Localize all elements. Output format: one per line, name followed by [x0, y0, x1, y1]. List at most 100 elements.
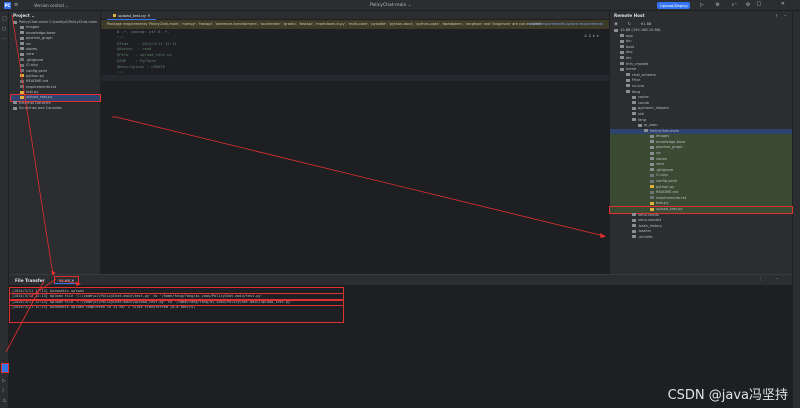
remote-tree-label: stores: [656, 157, 667, 161]
project-tree-label: test.py: [26, 90, 38, 94]
folder-icon: [20, 47, 24, 50]
folder-icon: [632, 96, 636, 99]
project-tree: PolicyChat-main C:\code\ui\PolicyChat-ma…: [9, 20, 100, 112]
folder-icon: [632, 107, 636, 110]
folder-icon: [632, 235, 636, 238]
remote-tree-label: pycharm_helpers: [638, 106, 669, 110]
tab-upload-test[interactable]: upload_test.py ✕: [107, 11, 156, 20]
commit-icon[interactable]: ○: [2, 27, 7, 32]
folder-icon: [650, 168, 654, 171]
folder-icon: [632, 224, 636, 227]
main-menu-icon[interactable]: ≡: [14, 2, 18, 8]
folder-icon: [620, 40, 624, 43]
editor-tabs: upload_test.py ✕: [101, 11, 609, 20]
requirements-notice: Package requirements 'PolicyChat-main', …: [101, 20, 609, 29]
folder-icon: [626, 73, 630, 76]
code-view[interactable]: ⚠ 2 ∧ ∨ # -*- coding: utf-8 -*-"""@Time …: [101, 29, 609, 274]
project-tree-item[interactable]: Scratches and Consoles: [11, 106, 100, 111]
folder-icon: [620, 62, 624, 65]
remote-tree-label: ai_zoau: [644, 123, 658, 127]
tab-server[interactable]: 91.88 ✕: [54, 276, 79, 284]
project-icon[interactable]: □: [2, 17, 7, 22]
remote-tree-label: hhh_crypted: [626, 62, 648, 66]
remote-tree-label: venv-conda: [638, 213, 659, 217]
problems-icon[interactable]: ⚠: [2, 399, 7, 404]
folder-icon: [650, 135, 654, 138]
remote-tree-label: PolicyChat-main: [650, 129, 679, 133]
upload-deploy-button[interactable]: Upload/Deploy ⌄: [657, 2, 690, 9]
remote-host-toolbar[interactable]: ◉ ↻ 91.88: [610, 20, 792, 28]
folder-icon: [20, 53, 24, 56]
watermark: CSDN @java冯坚持: [668, 384, 788, 403]
code-line[interactable]: [101, 75, 609, 81]
log-line: [2024/3/11 12:13] Automatic upload compl…: [10, 305, 343, 310]
remote-tree-label: boot: [626, 45, 634, 49]
server-selector[interactable]: 91.88: [641, 21, 652, 26]
remote-tree-label: cache: [638, 95, 649, 99]
project-tree-label: stores: [26, 47, 37, 51]
version-control-dropdown[interactable]: Version control ⌄: [34, 3, 68, 8]
python-file-icon: [20, 74, 24, 77]
remote-tree-label: knowledge-base: [656, 140, 685, 144]
project-tree-label: External Libraries: [19, 101, 51, 105]
file-icon: [650, 191, 654, 194]
project-panel-header[interactable]: Project ⌄: [9, 11, 100, 20]
right-tool-strip: [792, 11, 800, 408]
window-controls[interactable]: – □ ✕: [734, 1, 794, 7]
folder-icon: [650, 157, 654, 160]
project-tree-label: python.py: [26, 74, 44, 78]
remote-tree-label: bin: [626, 39, 632, 43]
folder-icon: [632, 219, 636, 222]
folder-icon: [638, 124, 642, 127]
folder-icon: [632, 230, 636, 233]
folder-icon: [20, 42, 24, 45]
project-title-dropdown[interactable]: PolicyChat-main ⌄: [370, 3, 412, 8]
folder-icon: [632, 101, 636, 104]
file-icon: [20, 69, 24, 72]
folder-icon: [650, 140, 654, 143]
remote-tree-label: CI.nirp: [656, 173, 668, 177]
remote-toolbar-icons[interactable]: ◉ ↻: [614, 22, 635, 27]
remote-tree-label: chat_schema: [632, 73, 656, 77]
remote-tree-label: README.md: [656, 190, 678, 194]
file-transfer-tool-icon[interactable]: [1, 363, 9, 373]
remote-tree-label: upload_test.py: [656, 207, 683, 211]
remote-host-header: Remote Host ⋮ –: [610, 11, 792, 20]
folder-icon: [620, 68, 624, 71]
remote-tree-label: etc: [626, 56, 632, 60]
transfer-log: [2024/3/11 12:13] Automatic upload[2024/…: [9, 287, 344, 323]
folder-icon: [620, 45, 624, 48]
remote-tree-label: test.py: [656, 201, 668, 205]
file-icon: [650, 174, 654, 177]
project-tree-label: pipeline_graph: [26, 36, 53, 40]
remote-host-panel: Remote Host ⋮ – ◉ ↻ 91.88 10.88 (192.168…: [609, 11, 792, 274]
run-icon[interactable]: ▷: [2, 379, 7, 384]
project-tree-label: .gitignore: [26, 58, 43, 62]
project-panel: Project ⌄ PolicyChat-main C:\code\ui\Pol…: [9, 11, 101, 274]
folder-icon: [650, 146, 654, 149]
install-requirements-link[interactable]: Install requirements Ignore requirements: [529, 20, 603, 29]
project-tree-label: Scratches and Consoles: [19, 106, 62, 110]
terminal-icon[interactable]: 〉: [2, 389, 7, 394]
remote-tree-label: Frtvr: [632, 78, 640, 82]
more-tools-icon[interactable]: ⋯: [2, 37, 7, 42]
remote-tree-label: home: [626, 67, 636, 71]
panel-options-icon[interactable]: ⋮ –: [758, 277, 784, 282]
file-icon: [650, 202, 654, 205]
file-icon: [20, 85, 24, 88]
project-tree-label: images: [26, 25, 39, 29]
remote-tree-item[interactable]: .viminfo: [610, 235, 792, 241]
python-file-icon: [113, 14, 116, 17]
folder-icon: [13, 21, 17, 24]
project-tree-label: PolicyChat-main C:\code\ui\PolicyChat-ma…: [19, 20, 97, 24]
remote-host-options-icon[interactable]: ⋮ –: [775, 13, 788, 18]
project-tree-label: src: [26, 42, 31, 46]
remote-tree-label: cn-cna: [632, 84, 644, 88]
project-tree-label: CI.nirp: [26, 63, 38, 67]
folder-icon: [20, 37, 24, 40]
remote-tree-label: conda: [638, 101, 649, 105]
folder-icon: [13, 101, 17, 104]
remote-host-title: Remote Host: [614, 13, 644, 18]
folder-icon: [650, 163, 654, 166]
remote-tree-label: src: [656, 151, 661, 155]
